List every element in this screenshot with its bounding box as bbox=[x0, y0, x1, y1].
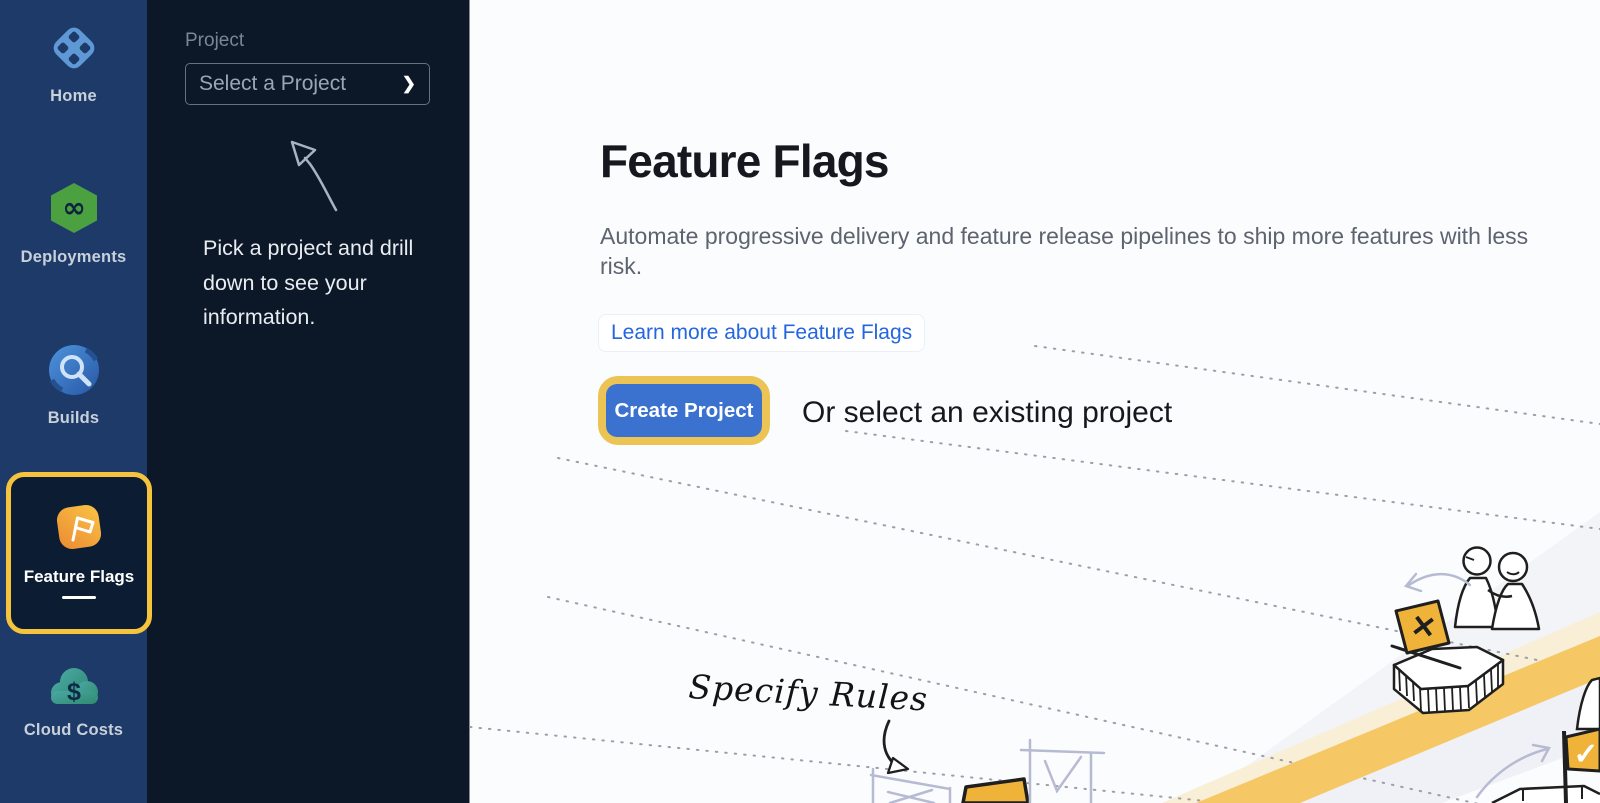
harness-app-window: Home ∞ Deployments Buil bbox=[0, 0, 1600, 803]
specify-rules-caption: Specify Rules bbox=[688, 667, 929, 718]
deployments-icon: ∞ bbox=[47, 181, 101, 235]
svg-text:$: $ bbox=[67, 678, 81, 706]
project-selector-value: Select a Project bbox=[199, 72, 402, 96]
sidebar-item-label: Deployments bbox=[21, 248, 127, 267]
project-panel: Project Select a Project ❯ Pick a projec… bbox=[147, 0, 470, 803]
sidebar-item-feature-flags[interactable]: Feature Flags bbox=[6, 472, 152, 634]
feature-flags-landing: ✕ bbox=[470, 0, 1600, 803]
feature-flags-icon bbox=[51, 499, 107, 555]
active-item-underline bbox=[62, 596, 96, 599]
create-project-highlight-ring: Create Project bbox=[598, 376, 770, 445]
sidebar-item-cloud-costs[interactable]: $ Cloud Costs bbox=[0, 664, 147, 740]
gate-sketch-check bbox=[1021, 740, 1104, 803]
page-description: Automate progressive delivery and featur… bbox=[600, 221, 1545, 281]
chevron-right-icon: ❯ bbox=[402, 74, 416, 94]
sidebar-item-label: Home bbox=[50, 87, 97, 106]
project-selector[interactable]: Select a Project ❯ bbox=[185, 63, 430, 105]
pick-project-hint: Pick a project and drill down to see you… bbox=[203, 231, 427, 335]
builds-icon bbox=[48, 344, 100, 396]
check-flag-symbol: ✓ bbox=[1573, 738, 1598, 771]
sidebar-item-label: Builds bbox=[48, 409, 100, 428]
page-title: Feature Flags bbox=[600, 134, 889, 188]
x-flag-symbol: ✕ bbox=[1409, 609, 1438, 645]
module-nav-rail: Home ∞ Deployments Buil bbox=[0, 0, 147, 803]
project-section-label: Project bbox=[185, 30, 244, 52]
platform-partial bbox=[1492, 786, 1600, 803]
yellow-flag-partial bbox=[963, 779, 1028, 803]
home-icon bbox=[48, 22, 100, 74]
sidebar-item-label: Cloud Costs bbox=[24, 721, 123, 740]
cloud-costs-icon: $ bbox=[46, 664, 102, 708]
sidebar-item-label: Feature Flags bbox=[24, 567, 135, 587]
create-project-button[interactable]: Create Project bbox=[606, 384, 762, 437]
svg-text:∞: ∞ bbox=[62, 191, 85, 224]
sidebar-item-builds[interactable]: Builds bbox=[0, 344, 147, 428]
sidebar-item-deployments[interactable]: ∞ Deployments bbox=[0, 181, 147, 267]
or-select-existing-text: Or select an existing project bbox=[802, 396, 1172, 430]
gate-sketch-x bbox=[871, 769, 950, 803]
hand-drawn-arrow-icon bbox=[272, 116, 350, 216]
sketch-arrow-down-icon bbox=[884, 721, 908, 773]
curved-arrow-left-icon bbox=[1406, 574, 1470, 591]
learn-more-link[interactable]: Learn more about Feature Flags bbox=[598, 314, 925, 352]
sidebar-item-home[interactable]: Home bbox=[0, 22, 147, 106]
